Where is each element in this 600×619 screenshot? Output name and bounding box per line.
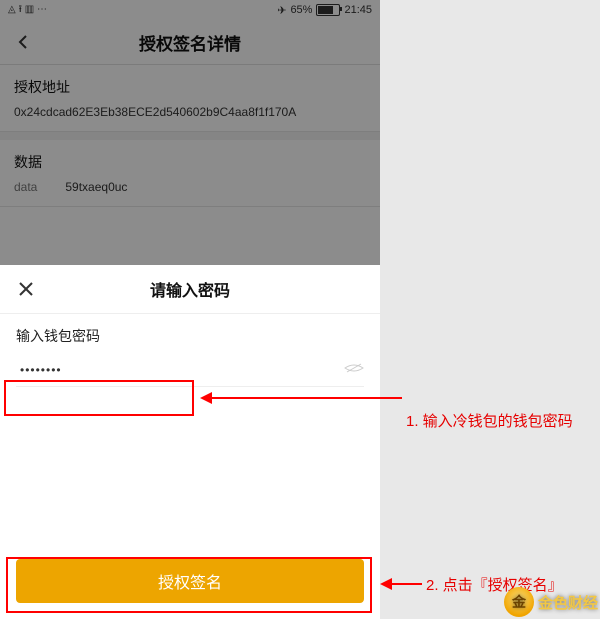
close-button[interactable]	[6, 265, 46, 313]
sheet-header: 请输入密码	[0, 265, 380, 314]
arrow-line-1	[212, 397, 402, 399]
data-label: 数据	[14, 152, 366, 172]
password-input-label: 输入钱包密码	[16, 326, 364, 346]
phone-frame: ◬ ⭱ ▥ ⋯ ✈ 65% 21:45 授权签名详情 授权地址 0x24cdca…	[0, 0, 380, 619]
close-icon	[19, 282, 33, 296]
battery-icon	[316, 4, 340, 16]
address-value: 0x24cdcad62E3Eb38ECE2d540602b9C4aa8f1f17…	[14, 105, 366, 119]
status-left: ◬ ⭱ ▥ ⋯	[8, 2, 47, 19]
back-button[interactable]	[6, 20, 42, 64]
authorize-sign-button[interactable]: 授权签名	[16, 559, 364, 603]
watermark: 金 金色财经	[504, 587, 598, 617]
nav-bar: 授权签名详情	[0, 20, 380, 65]
arrow-head-1	[200, 392, 212, 404]
data-value: 59txaeq0uc	[65, 180, 127, 194]
battery-percent: 65%	[290, 4, 312, 16]
password-sheet: 请输入密码 输入钱包密码 授权签名	[0, 265, 380, 619]
status-right: ✈ 65% 21:45	[277, 4, 372, 17]
address-section: 授权地址 0x24cdcad62E3Eb38ECE2d540602b9C4aa8…	[0, 65, 380, 132]
data-section: 数据 data 59txaeq0uc	[0, 140, 380, 207]
toggle-visibility-icon[interactable]	[336, 361, 364, 379]
chevron-left-icon	[16, 34, 32, 50]
address-label: 授权地址	[14, 77, 366, 97]
divider	[0, 132, 380, 140]
watermark-brand: 金色财经	[538, 592, 598, 613]
status-bar: ◬ ⭱ ▥ ⋯ ✈ 65% 21:45	[0, 0, 380, 20]
airplane-icon: ✈	[277, 4, 286, 17]
annotation-step1: 1. 输入冷钱包的钱包密码	[406, 410, 573, 431]
password-input[interactable]	[16, 361, 336, 379]
arrow-line-2	[392, 583, 422, 585]
arrow-head-2	[380, 578, 392, 590]
watermark-logo: 金	[504, 587, 534, 617]
sheet-title: 请输入密码	[150, 277, 230, 301]
data-key: data	[14, 180, 37, 194]
page-title: 授权签名详情	[139, 30, 241, 55]
status-time: 21:45	[344, 4, 372, 16]
